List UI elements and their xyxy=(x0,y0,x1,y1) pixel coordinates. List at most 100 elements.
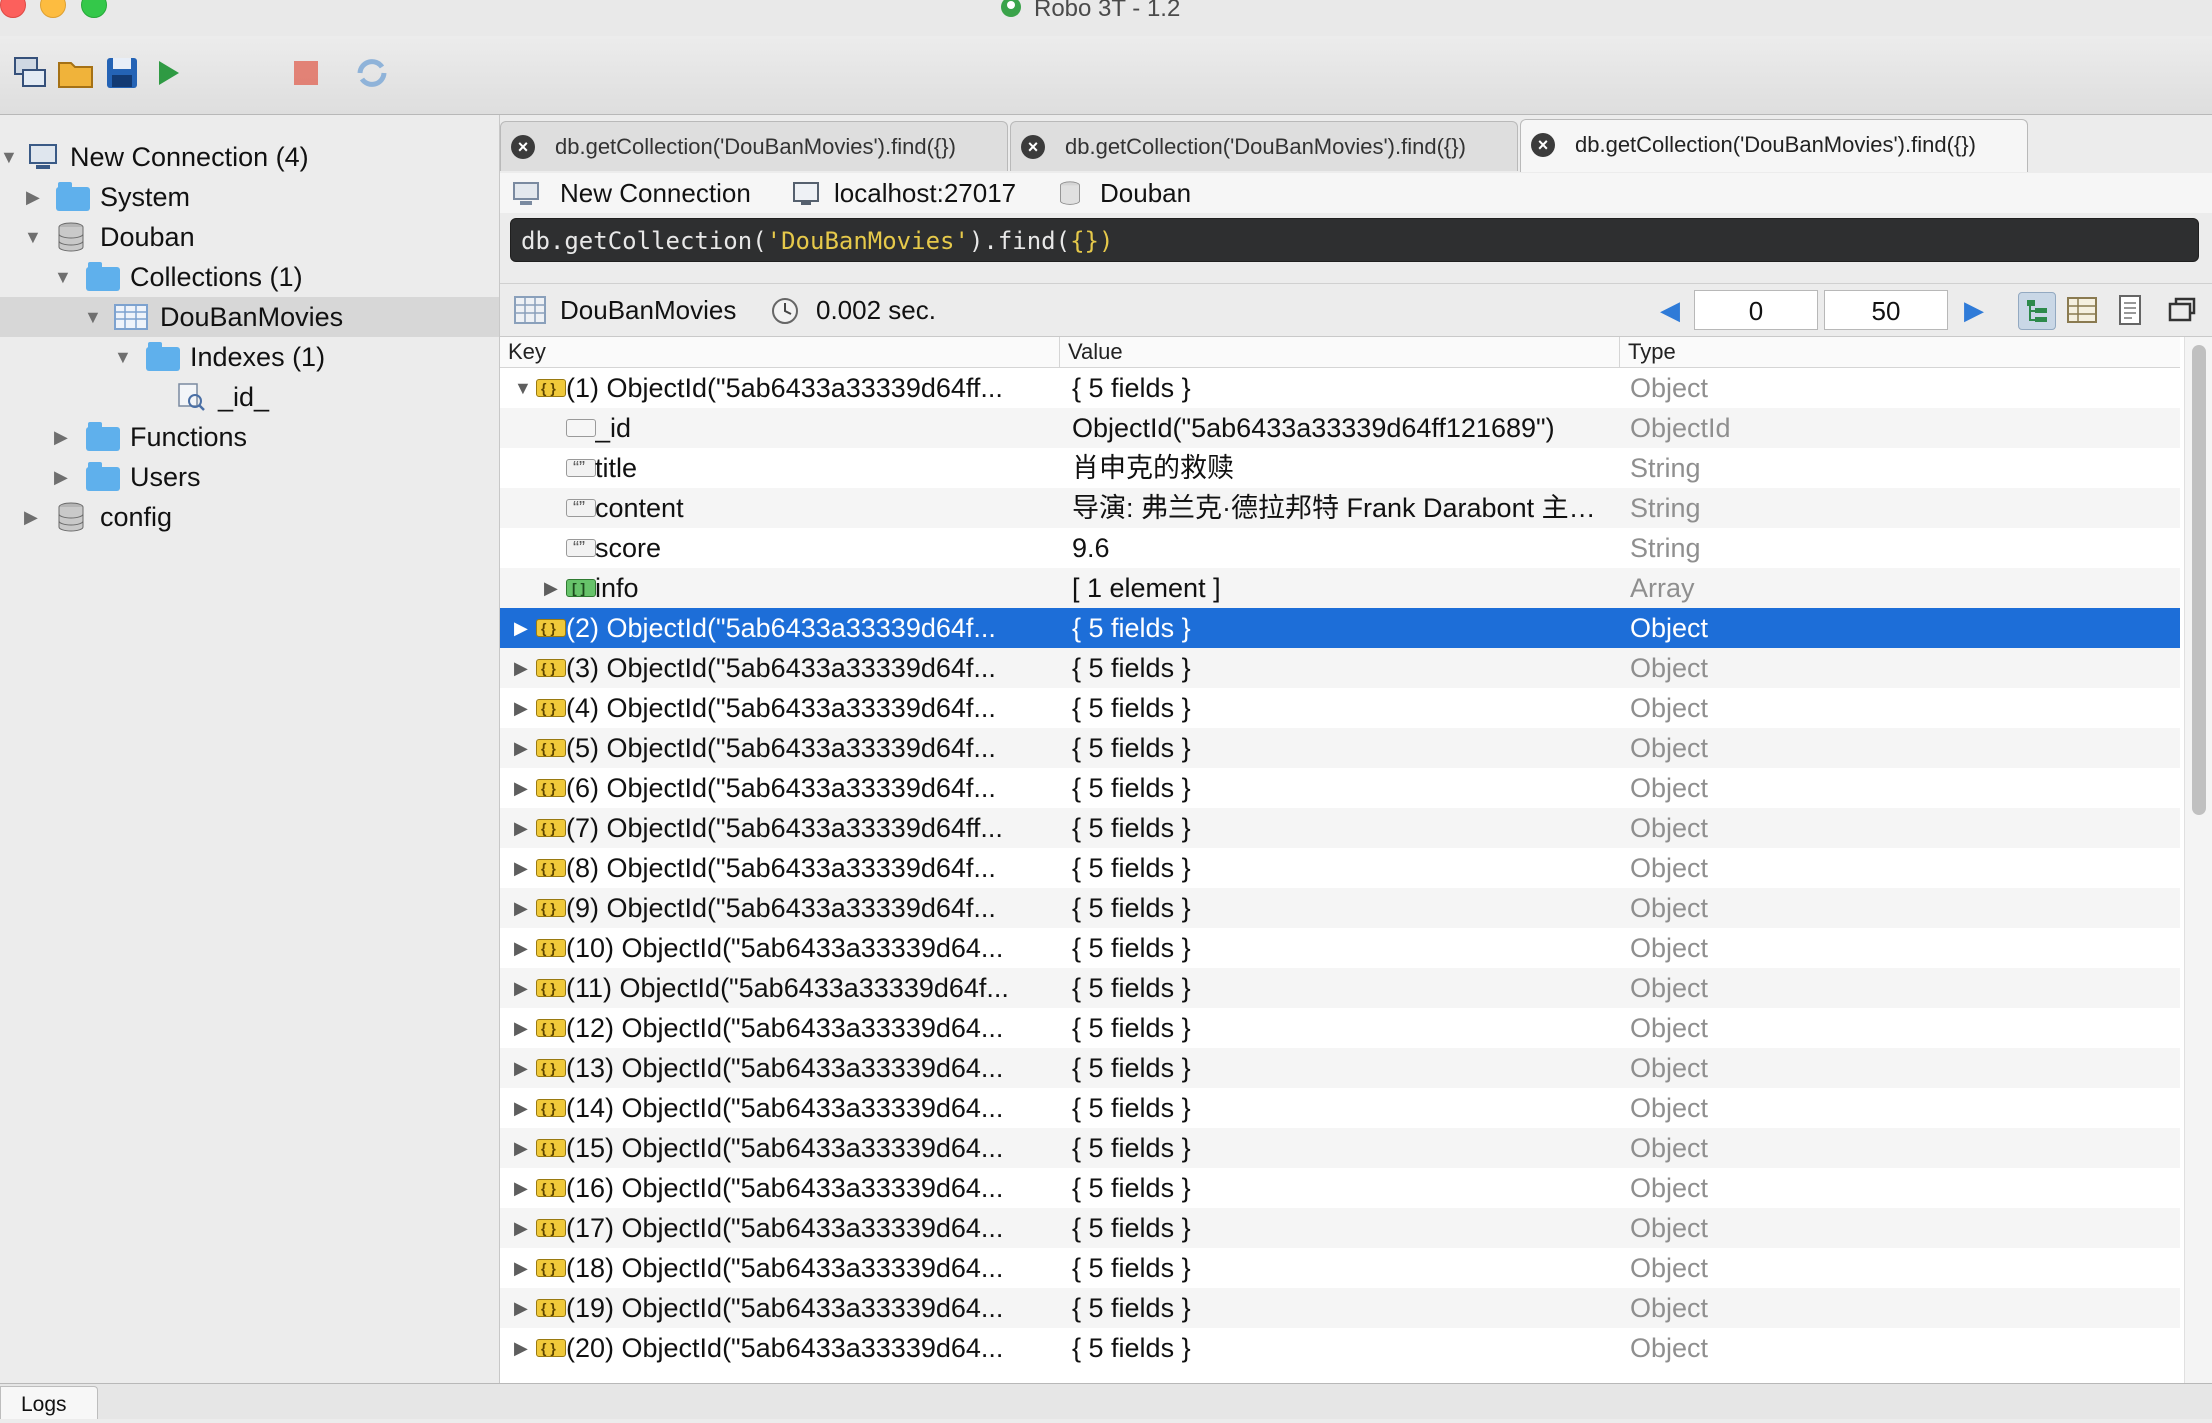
column-header-value[interactable]: Value xyxy=(1060,337,1620,367)
chevron-right-icon[interactable]: ▶ xyxy=(514,1048,528,1088)
table-row[interactable]: content 导演: 弗兰克·德拉邦特 Frank Darabont 主演...… xyxy=(500,488,2180,528)
maximize-button[interactable] xyxy=(2164,292,2200,328)
table-row[interactable]: score 9.6 String xyxy=(500,528,2180,568)
chevron-right-icon[interactable]: ▶ xyxy=(514,768,528,808)
tree-item-system[interactable]: ▶ System xyxy=(0,177,499,217)
chevron-right-icon[interactable]: ▶ xyxy=(514,848,528,888)
tree-item-doubanmovies[interactable]: ▼ DouBanMovies xyxy=(0,297,499,337)
close-icon[interactable]: × xyxy=(1531,133,1555,157)
table-row[interactable]: ▶ (9) ObjectId("5ab6433a33339d64f... { 5 f… xyxy=(500,888,2180,928)
tree-item-douban[interactable]: ▼ Douban xyxy=(0,217,499,257)
tree-item-collections[interactable]: ▼ Collections (1) xyxy=(0,257,499,297)
object-type-icon xyxy=(536,1008,566,1048)
stop-button[interactable] xyxy=(284,51,328,95)
close-window-button[interactable] xyxy=(0,0,26,18)
table-row[interactable]: ▶ (19) ObjectId("5ab6433a33339d64... { 5 f… xyxy=(500,1288,2180,1328)
chevron-right-icon[interactable]: ▶ xyxy=(514,688,528,728)
next-page-icon[interactable]: ▶ xyxy=(1964,284,1984,336)
table-row[interactable]: ▶ (18) ObjectId("5ab6433a33339d64... { 5 f… xyxy=(500,1248,2180,1288)
table-row[interactable]: ▶ (13) ObjectId("5ab6433a33339d64... { 5 f… xyxy=(500,1048,2180,1088)
close-icon[interactable]: × xyxy=(1021,135,1045,159)
query-tab-2[interactable]: × db.getCollection('DouBanMovies').find(… xyxy=(1010,121,1518,171)
table-view-button[interactable] xyxy=(2064,292,2100,328)
cell-value: { 5 fields } xyxy=(1072,653,1191,683)
chevron-right-icon[interactable]: ▶ xyxy=(24,497,38,537)
table-row[interactable]: ▶ (16) ObjectId("5ab6433a33339d64... { 5 f… xyxy=(500,1168,2180,1208)
chevron-right-icon[interactable]: ▶ xyxy=(514,1088,528,1128)
table-row[interactable]: ▶ info [ 1 element ] Array xyxy=(500,568,2180,608)
tree-item-config[interactable]: ▶ config xyxy=(0,497,499,537)
chevron-right-icon[interactable]: ▶ xyxy=(514,1128,528,1168)
chevron-right-icon[interactable]: ▶ xyxy=(514,888,528,928)
close-icon[interactable]: × xyxy=(511,135,535,159)
refresh-button[interactable] xyxy=(350,51,394,95)
chevron-right-icon[interactable]: ▶ xyxy=(514,648,528,688)
chevron-down-icon[interactable]: ▼ xyxy=(514,368,532,408)
minimize-window-button[interactable] xyxy=(40,0,66,18)
chevron-down-icon[interactable]: ▼ xyxy=(54,257,72,297)
chevron-right-icon[interactable]: ▶ xyxy=(514,608,528,648)
tree-item-indexes[interactable]: ▼ Indexes (1) xyxy=(0,337,499,377)
table-row[interactable]: ▶ (11) ObjectId("5ab6433a33339d64f... { 5 … xyxy=(500,968,2180,1008)
tree-view-button[interactable] xyxy=(2018,292,2056,330)
table-row[interactable]: ▶ (6) ObjectId("5ab6433a33339d64f... { 5 f… xyxy=(500,768,2180,808)
open-button[interactable] xyxy=(54,51,98,95)
tree-item-users[interactable]: ▶ Users xyxy=(0,457,499,497)
chevron-right-icon[interactable]: ▶ xyxy=(54,457,68,497)
cell-key: (16) ObjectId("5ab6433a33339d64... xyxy=(566,1173,1004,1203)
tree-item-index-id[interactable]: _id_ xyxy=(0,377,499,417)
chevron-right-icon[interactable]: ▶ xyxy=(514,1208,528,1248)
chevron-right-icon[interactable]: ▶ xyxy=(26,177,40,217)
table-row[interactable]: ▶ (12) ObjectId("5ab6433a33339d64... { 5 f… xyxy=(500,1008,2180,1048)
chevron-down-icon[interactable]: ▼ xyxy=(84,297,102,337)
chevron-right-icon[interactable]: ▶ xyxy=(514,928,528,968)
chevron-right-icon[interactable]: ▶ xyxy=(544,568,558,608)
query-tab-1[interactable]: × db.getCollection('DouBanMovies').find(… xyxy=(500,121,1008,171)
chevron-down-icon[interactable]: ▼ xyxy=(114,337,132,377)
previous-page-icon[interactable]: ◀ xyxy=(1660,284,1680,336)
column-header-key[interactable]: Key xyxy=(500,337,1060,367)
table-row[interactable]: ▶ (20) ObjectId("5ab6433a33339d64... { 5 f… xyxy=(500,1328,2180,1368)
chevron-right-icon[interactable]: ▶ xyxy=(514,808,528,848)
query-editor[interactable]: db.getCollection('DouBanMovies').find({}… xyxy=(510,218,2199,262)
limit-input[interactable]: 50 xyxy=(1824,290,1948,330)
chevron-right-icon[interactable]: ▶ xyxy=(514,1168,528,1208)
table-row[interactable]: title 肖申克的救赎 String xyxy=(500,448,2180,488)
tree-item-connection[interactable]: ▼ New Connection (4) xyxy=(0,137,499,177)
logs-tab[interactable]: Logs xyxy=(0,1386,98,1419)
table-row[interactable]: ▶ (14) ObjectId("5ab6433a33339d64... { 5 f… xyxy=(500,1088,2180,1128)
execute-button[interactable] xyxy=(146,51,190,95)
query-tab-3[interactable]: × db.getCollection('DouBanMovies').find(… xyxy=(1520,119,2028,172)
table-row[interactable]: ▶ (5) ObjectId("5ab6433a33339d64f... { 5 f… xyxy=(500,728,2180,768)
table-row[interactable]: ▶ (2) ObjectId("5ab6433a33339d64f... { 5 f… xyxy=(500,608,2180,648)
chevron-down-icon[interactable]: ▼ xyxy=(24,217,42,257)
table-row[interactable]: ▶ (7) ObjectId("5ab6433a33339d64ff... { 5 … xyxy=(500,808,2180,848)
table-row[interactable]: ▶ (15) ObjectId("5ab6433a33339d64... { 5 f… xyxy=(500,1128,2180,1168)
table-row[interactable]: ▶ (8) ObjectId("5ab6433a33339d64f... { 5 f… xyxy=(500,848,2180,888)
cell-value: { 5 fields } xyxy=(1072,1253,1191,1283)
tree-item-functions[interactable]: ▶ Functions xyxy=(0,417,499,457)
scrollbar-thumb[interactable] xyxy=(2192,345,2206,815)
table-row[interactable]: ▼ (1) ObjectId("5ab6433a33339d64ff... { 5 … xyxy=(500,368,2180,408)
table-row[interactable]: _id ObjectId("5ab6433a33339d64ff121689") O… xyxy=(500,408,2180,448)
table-row[interactable]: ▶ (3) ObjectId("5ab6433a33339d64f... { 5 f… xyxy=(500,648,2180,688)
table-row[interactable]: ▶ (17) ObjectId("5ab6433a33339d64... { 5 f… xyxy=(500,1208,2180,1248)
chevron-right-icon[interactable]: ▶ xyxy=(514,728,528,768)
connect-button[interactable] xyxy=(8,51,52,95)
chevron-right-icon[interactable]: ▶ xyxy=(54,417,68,457)
table-row[interactable]: ▶ (10) ObjectId("5ab6433a33339d64... { 5 f… xyxy=(500,928,2180,968)
save-button[interactable] xyxy=(100,51,144,95)
skip-input[interactable]: 0 xyxy=(1694,290,1818,330)
object-type-icon xyxy=(536,648,566,688)
table-row[interactable]: ▶ (4) ObjectId("5ab6433a33339d64f... { 5 f… xyxy=(500,688,2180,728)
chevron-down-icon[interactable]: ▼ xyxy=(0,137,18,177)
chevron-right-icon[interactable]: ▶ xyxy=(514,1288,528,1328)
chevron-right-icon[interactable]: ▶ xyxy=(514,1328,528,1368)
zoom-window-button[interactable] xyxy=(81,0,107,18)
chevron-right-icon[interactable]: ▶ xyxy=(514,968,528,1008)
chevron-right-icon[interactable]: ▶ xyxy=(514,1008,528,1048)
column-header-type[interactable]: Type xyxy=(1620,337,2180,367)
vertical-scrollbar[interactable] xyxy=(2184,337,2212,1384)
text-view-button[interactable] xyxy=(2112,292,2148,328)
chevron-right-icon[interactable]: ▶ xyxy=(514,1248,528,1288)
